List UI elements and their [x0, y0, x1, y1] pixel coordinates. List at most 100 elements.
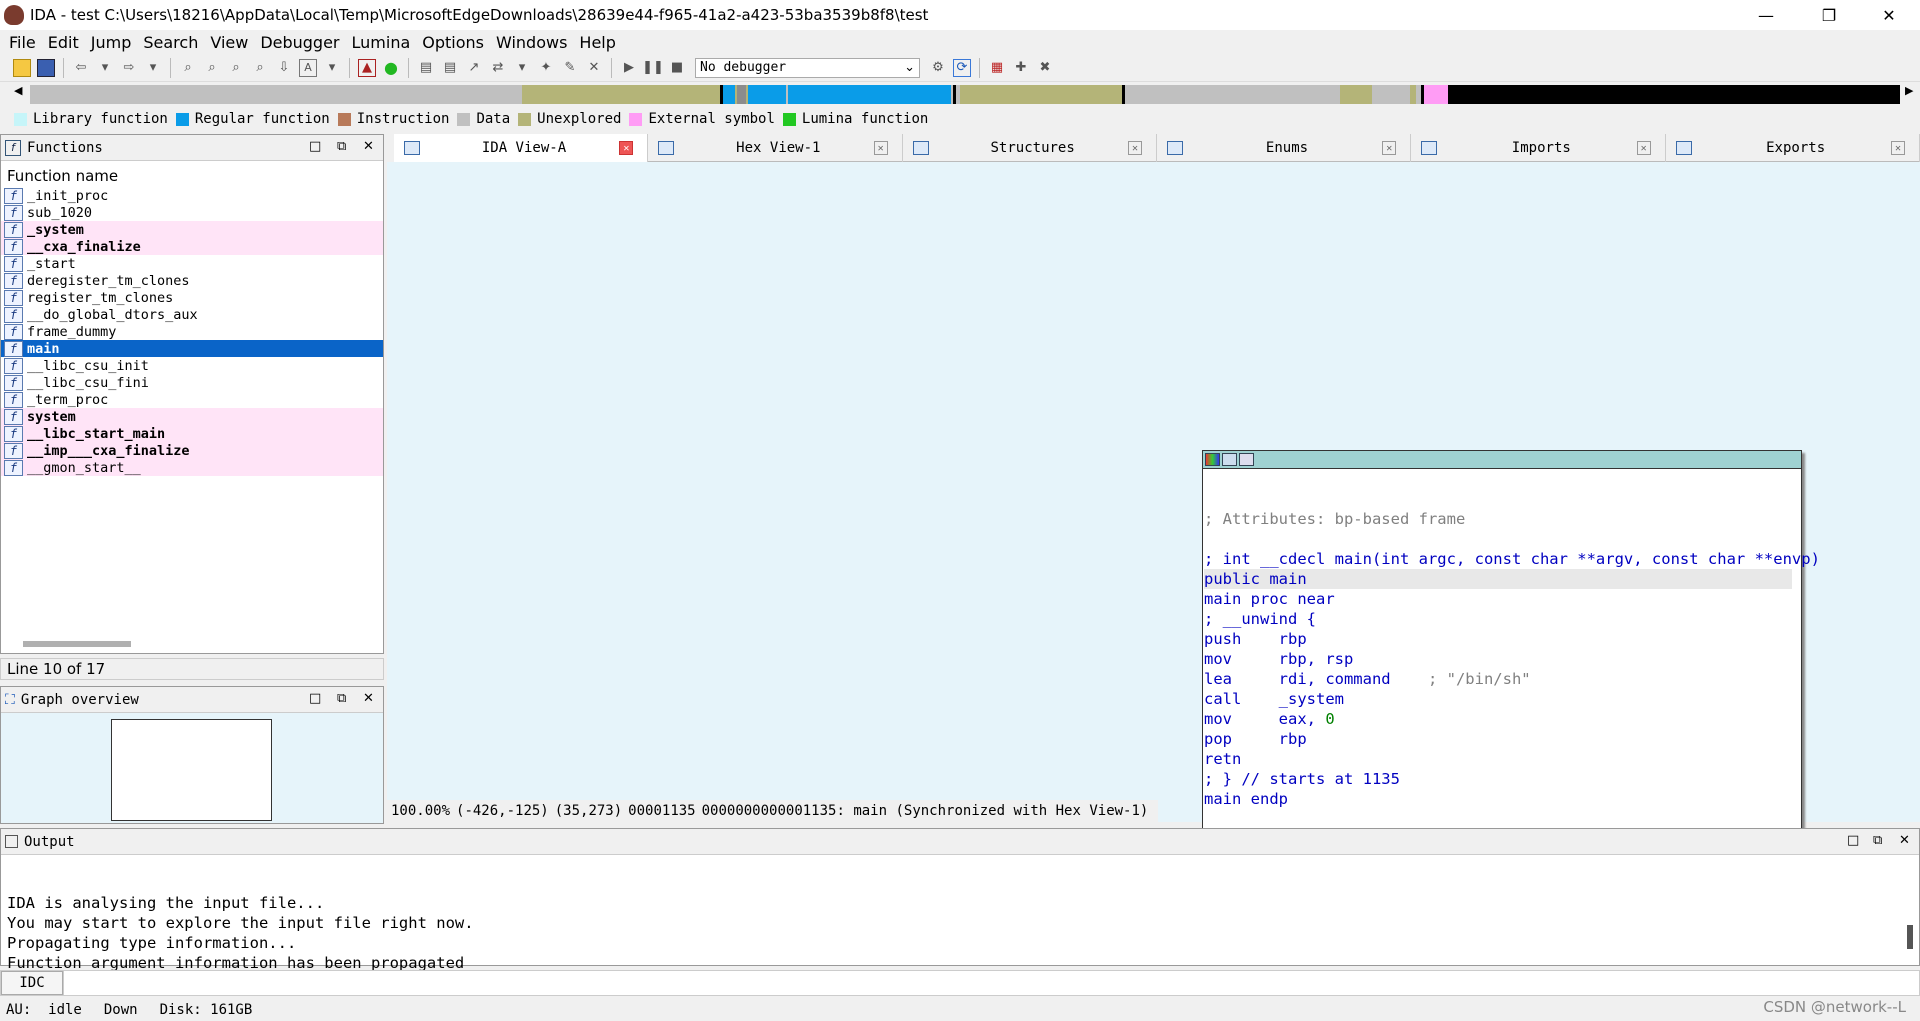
nav-dropdown-icon[interactable]: ▾ — [513, 59, 531, 77]
disassembly-line[interactable]: pop rbp — [1204, 729, 1801, 749]
minimize-button[interactable]: — — [1743, 0, 1789, 30]
text-format-icon[interactable]: A — [299, 58, 317, 77]
search-next-icon[interactable]: ⌕ — [251, 59, 269, 77]
disassembly-line[interactable]: lea rdi, command ; "/bin/sh" — [1204, 669, 1801, 689]
nav-icon[interactable]: ⇄ — [489, 59, 507, 77]
menu-edit[interactable]: Edit — [48, 33, 79, 52]
tab-close-icon[interactable]: ✕ — [1127, 141, 1142, 155]
tab-exports[interactable]: Exports ✕ — [1666, 134, 1920, 162]
search-immediate-icon[interactable]: ⌕ — [227, 59, 245, 77]
function-list-item[interactable]: f _system — [1, 221, 383, 238]
pause-debug-icon[interactable]: ❚❚ — [642, 59, 664, 77]
tab-imports[interactable]: Imports ✕ — [1411, 134, 1666, 162]
back-arrow-icon[interactable]: ⇦ — [72, 59, 90, 77]
close-button[interactable]: ✕ — [1866, 0, 1912, 30]
jump-down-icon[interactable]: ⇩ — [275, 59, 293, 77]
tab-structures[interactable]: Structures ✕ — [903, 134, 1157, 162]
nav-right-arrow-icon[interactable]: ▶ — [1905, 84, 1913, 97]
refresh-icon[interactable]: ⟳ — [953, 58, 971, 77]
maximize-button[interactable]: ❐ — [1806, 0, 1852, 30]
tab-close-icon[interactable]: ✕ — [619, 141, 634, 155]
function-list-item[interactable]: f _term_proc — [1, 391, 383, 408]
menu-options[interactable]: Options — [422, 33, 484, 52]
function-list-item[interactable]: f register_tm_clones — [1, 289, 383, 306]
function-list-item[interactable]: f __do_global_dtors_aux — [1, 306, 383, 323]
graph-overview-viewport[interactable] — [111, 719, 272, 821]
function-list-item[interactable]: f system — [1, 408, 383, 425]
node-header[interactable] — [1203, 451, 1801, 469]
disassembly-line[interactable]: mov eax, 0 — [1204, 709, 1801, 729]
function-list-item[interactable]: f __libc_csu_init — [1, 357, 383, 374]
node-group-icon[interactable] — [1239, 453, 1254, 466]
disassembly-line[interactable]: main endp — [1204, 789, 1801, 809]
float-panel-icon[interactable]: ⧉ — [337, 139, 346, 154]
function-list-item[interactable]: f __libc_start_main — [1, 425, 383, 442]
node-color-icon[interactable] — [1205, 453, 1220, 466]
nav-left-arrow-icon[interactable]: ◀ — [14, 84, 22, 97]
search-binary-icon[interactable]: ⌕ — [179, 59, 197, 77]
menu-debugger[interactable]: Debugger — [260, 33, 339, 52]
tab-close-icon[interactable]: ✕ — [1636, 141, 1651, 155]
node-rename-icon[interactable] — [1222, 453, 1237, 466]
disassembly-listing[interactable]: ; Attributes: bp-based frame ; int __cdec… — [1203, 469, 1820, 809]
float-panel-icon[interactable]: ⧉ — [1873, 833, 1882, 848]
horizontal-scrollbar[interactable] — [23, 641, 131, 647]
forward-arrow-icon[interactable]: ⇨ — [120, 59, 138, 77]
disassembly-line[interactable]: ; __unwind { — [1204, 609, 1801, 629]
green-circle-icon[interactable]: ● — [382, 58, 400, 77]
disassembly-line[interactable]: ; } // starts at 1135 — [1204, 769, 1801, 789]
disassembly-line[interactable]: push rbp — [1204, 629, 1801, 649]
close-panel-icon[interactable]: ✕ — [1899, 833, 1910, 848]
menu-windows[interactable]: Windows — [496, 33, 567, 52]
plugin-icon[interactable]: ✦ — [537, 59, 555, 77]
menu-view[interactable]: View — [210, 33, 248, 52]
remove-breakpoint-icon[interactable]: ✖ — [1036, 59, 1054, 77]
disassembly-line[interactable]: public main — [1204, 569, 1792, 589]
tab-close-icon[interactable]: ✕ — [873, 141, 888, 155]
function-list-item[interactable]: f __libc_csu_fini — [1, 374, 383, 391]
function-list-item[interactable]: f __imp___cxa_finalize — [1, 442, 383, 459]
maximize-panel-icon[interactable]: □ — [1847, 833, 1859, 848]
forward-dropdown-icon[interactable]: ▾ — [144, 59, 162, 77]
start-debug-icon[interactable]: ▶ — [620, 59, 638, 77]
open-file-icon[interactable] — [13, 58, 31, 77]
menu-search[interactable]: Search — [143, 33, 198, 52]
disassembly-line[interactable]: call _system — [1204, 689, 1801, 709]
function-list-item[interactable]: f sub_1020 — [1, 204, 383, 221]
disassembly-line[interactable] — [1204, 529, 1801, 549]
function-list-item[interactable]: f _start — [1, 255, 383, 272]
format-dropdown-icon[interactable]: ▾ — [323, 59, 341, 77]
disassembly-line[interactable]: mov rbp, rsp — [1204, 649, 1801, 669]
maximize-panel-icon[interactable]: □ — [309, 139, 321, 154]
delete-icon[interactable]: ✕ — [585, 59, 603, 77]
stop-debug-icon[interactable]: ■ — [668, 59, 686, 77]
function-list-item[interactable]: f __gmon_start__ — [1, 459, 383, 476]
function-list-item[interactable]: f main — [1, 340, 383, 357]
tab-ida-view-a[interactable]: IDA View-A ✕ — [394, 134, 649, 162]
search-text-icon[interactable]: ⌕ — [203, 59, 221, 77]
navigation-bar[interactable] — [30, 85, 1900, 104]
menu-jump[interactable]: Jump — [91, 33, 132, 52]
graph-view[interactable]: ; Attributes: bp-based frame ; int __cdec… — [387, 162, 1920, 836]
navigation-band[interactable]: ◀ ▶ — [0, 82, 1920, 106]
menu-lumina[interactable]: Lumina — [352, 33, 411, 52]
function-list-item[interactable]: f __cxa_finalize — [1, 238, 383, 255]
disassembly-line[interactable]: ; int __cdecl main(int argc, const char … — [1204, 549, 1820, 569]
struct-icon[interactable]: ▤ — [417, 59, 435, 77]
float-panel-icon[interactable]: ⧉ — [337, 691, 346, 706]
graph-color-icon[interactable]: ▲ — [358, 58, 376, 77]
function-list-item[interactable]: f _init_proc — [1, 187, 383, 204]
function-list-item[interactable]: f frame_dummy — [1, 323, 383, 340]
xref-icon[interactable]: ↗ — [465, 59, 483, 77]
disassembly-line[interactable]: retn — [1204, 749, 1801, 769]
disassembly-line[interactable]: main proc near — [1204, 589, 1801, 609]
add-breakpoint-icon[interactable]: ✚ — [1012, 59, 1030, 77]
disassembly-line[interactable]: ; Attributes: bp-based frame — [1204, 509, 1801, 529]
vertical-scrollbar[interactable] — [1907, 925, 1913, 949]
tab-close-icon[interactable]: ✕ — [1890, 141, 1905, 155]
debugger-select[interactable]: No debugger ⌄ — [695, 57, 920, 78]
close-panel-icon[interactable]: ✕ — [363, 691, 374, 706]
breakpoints-icon[interactable]: ▦ — [988, 59, 1006, 77]
menu-file[interactable]: File — [9, 33, 36, 52]
edit-icon[interactable]: ✎ — [561, 59, 579, 77]
